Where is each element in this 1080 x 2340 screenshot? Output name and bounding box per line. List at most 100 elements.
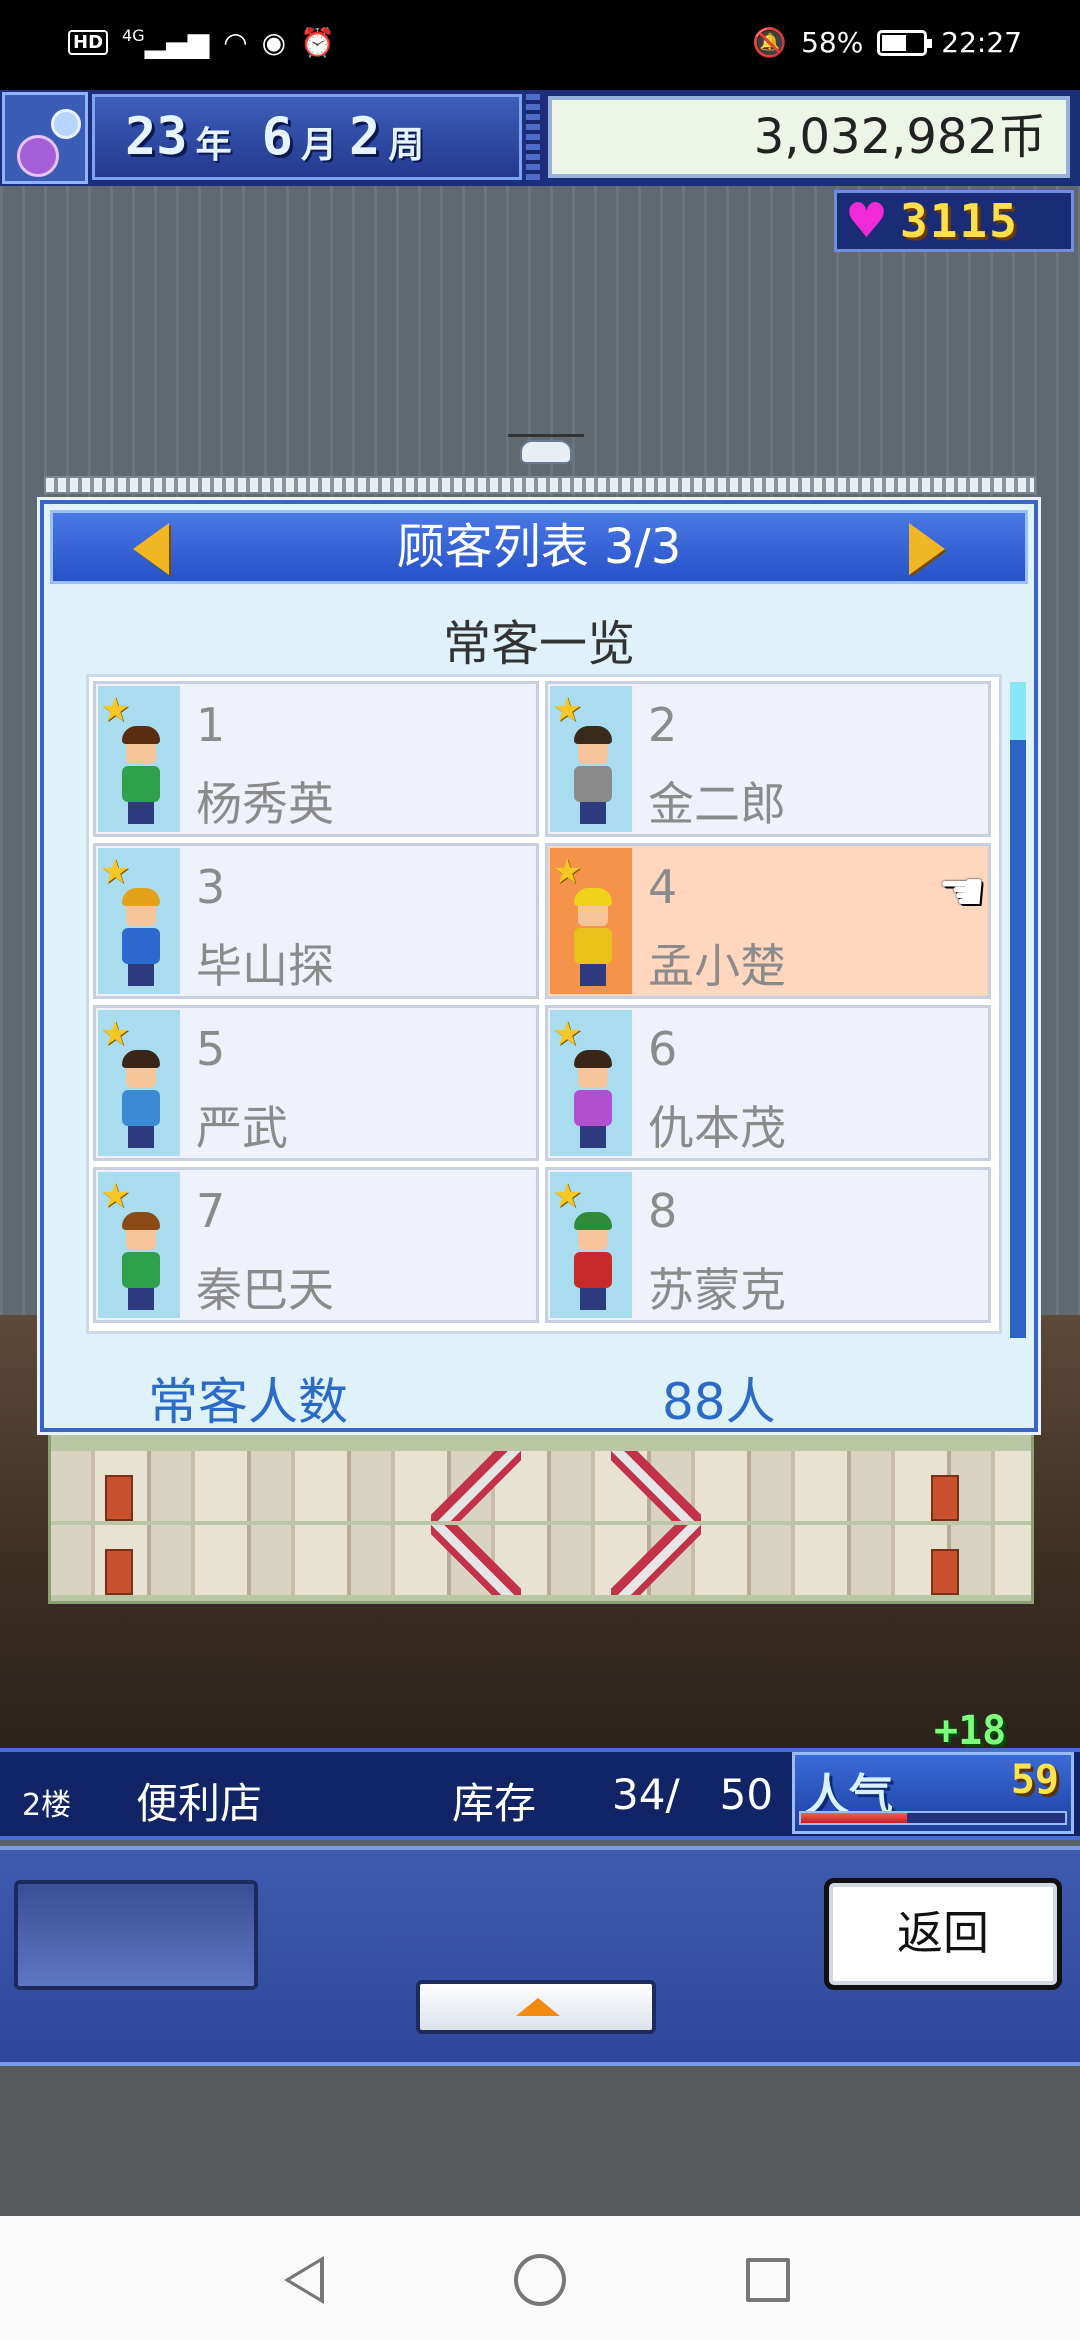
customer-card[interactable]: ★ 4 孟小楚 ☚ <box>545 843 991 999</box>
customer-name: 金二郎 <box>648 777 786 831</box>
star-icon: ★ <box>100 690 131 730</box>
star-icon: ★ <box>552 1176 583 1216</box>
floor-label: 2楼 <box>22 1788 72 1823</box>
next-page-arrow-icon[interactable] <box>909 523 945 575</box>
customer-portrait: ★ <box>98 1172 180 1318</box>
game-header: 23 年 6 月 2 周 3,032,982币 <box>0 90 1080 186</box>
customer-card[interactable]: ★ 1 杨秀英 <box>93 681 539 837</box>
customer-number: 6 <box>648 1022 678 1076</box>
eye-icon: ◉ <box>261 26 287 59</box>
customer-card[interactable]: ★ 5 严武 <box>93 1005 539 1161</box>
regular-count-value: 88人 <box>662 1373 776 1431</box>
shop-door <box>105 1475 133 1521</box>
expand-up-button[interactable] <box>416 1980 656 2034</box>
nav-back-icon[interactable] <box>284 2256 324 2304</box>
year-unit: 年 <box>195 125 232 166</box>
research-gem-icon[interactable] <box>2 92 88 184</box>
header-divider <box>526 94 540 180</box>
customer-number: 8 <box>648 1184 678 1238</box>
customer-card[interactable]: ★ 3 毕山探 <box>93 843 539 999</box>
customer-card[interactable]: ★ 6 仇本茂 <box>545 1005 991 1161</box>
heart-icon: ♥ <box>845 193 889 249</box>
nav-home-icon[interactable] <box>514 2254 566 2306</box>
star-icon: ★ <box>552 852 583 892</box>
week-unit: 周 <box>388 125 425 166</box>
mall-floors[interactable] <box>48 1432 1034 1604</box>
back-button[interactable]: 返回 <box>824 1878 1062 1990</box>
customer-name: 孟小楚 <box>648 939 786 993</box>
dialog-title: 顾客列表 3/3 <box>396 519 682 575</box>
customer-card[interactable]: ★ 2 金二郎 <box>545 681 991 837</box>
shop-door <box>105 1549 133 1595</box>
scrollbar-thumb[interactable] <box>1010 682 1026 740</box>
character-sprite <box>570 1050 616 1150</box>
rooftop-railing <box>44 476 1036 494</box>
popularity-value: 59 <box>1010 1757 1059 1803</box>
popularity-display: 人气 59 <box>792 1752 1074 1834</box>
wifi-icon: ◠ <box>223 26 248 59</box>
date-display: 23 年 6 月 2 周 <box>92 94 522 180</box>
dialog-header: 顾客列表 3/3 <box>50 510 1028 584</box>
nav-recent-apps-icon[interactable] <box>746 2258 790 2302</box>
character-sprite <box>118 1212 164 1312</box>
month-value: 6 <box>261 107 293 167</box>
customer-portrait: ★ <box>550 686 632 832</box>
money-display: 3,032,982币 <box>548 96 1070 178</box>
list-scrollbar[interactable] <box>1010 682 1026 1338</box>
star-icon: ★ <box>100 852 131 892</box>
battery-icon <box>877 29 933 56</box>
customer-card[interactable]: ★ 7 秦巴天 <box>93 1167 539 1323</box>
escalator <box>431 1451 521 1521</box>
helicopter-icon <box>508 434 584 464</box>
character-sprite <box>570 1212 616 1312</box>
escalator <box>431 1525 521 1595</box>
stock-label: 库存 <box>452 1779 537 1828</box>
love-points-display: ♥ 3115 <box>834 190 1074 252</box>
floor-lower[interactable] <box>51 1525 1031 1595</box>
floor-upper[interactable] <box>51 1451 1031 1521</box>
customer-name: 秦巴天 <box>196 1263 334 1317</box>
battery-percent: 58% <box>801 26 864 59</box>
customer-name: 毕山探 <box>196 939 334 993</box>
network-type-label: 4G <box>122 26 145 45</box>
shop-name: 便利店 <box>136 1779 263 1828</box>
dialog-subtitle: 常客一览 <box>442 616 635 672</box>
customer-portrait: ★ <box>550 1172 632 1318</box>
mute-bell-icon: 🔕 <box>752 26 788 59</box>
popularity-bar <box>799 1811 1067 1825</box>
disabled-action-button[interactable] <box>14 1880 258 1990</box>
customer-portrait: ★ <box>98 686 180 832</box>
up-arrow-icon <box>516 1998 560 2016</box>
signal-4g-icon: 4G▂▄▆ <box>122 26 210 59</box>
escalator <box>611 1525 701 1595</box>
popularity-bar-fill <box>801 1813 907 1823</box>
character-sprite <box>118 1050 164 1150</box>
character-sprite <box>570 888 616 988</box>
customer-grid[interactable]: ★ 1 杨秀英 ★ 2 金二郎 ★ 3 毕山探 ★ 4 孟小楚 ☚ ★ 5 严武 ★ 6 仇本茂 ★ 7 秦巴天 ★ 8 苏蒙克 <box>86 674 1002 1334</box>
customer-number: 2 <box>648 698 678 752</box>
customer-name: 苏蒙克 <box>648 1263 786 1317</box>
character-sprite <box>118 888 164 988</box>
customer-portrait: ★ <box>550 848 632 994</box>
week-value: 2 <box>348 107 381 167</box>
shop-door <box>931 1475 959 1521</box>
customer-card[interactable]: ★ 8 苏蒙克 <box>545 1167 991 1323</box>
control-panel: 返回 <box>0 1846 1080 2066</box>
customer-number: 5 <box>196 1022 226 1076</box>
star-icon: ★ <box>552 690 583 730</box>
customer-portrait: ★ <box>550 1010 632 1156</box>
regular-count-label: 常客人数 <box>148 1373 348 1431</box>
customer-name: 严武 <box>196 1101 288 1155</box>
customer-number: 3 <box>196 860 226 914</box>
month-unit: 月 <box>300 125 337 166</box>
customer-number: 1 <box>196 698 226 752</box>
status-left-icons: HD 4G▂▄▆ ◠ ◉ ⏰ <box>68 26 335 59</box>
character-sprite <box>118 726 164 826</box>
status-bar: HD 4G▂▄▆ ◠ ◉ ⏰ 🔕 58% 22:27 <box>0 0 1080 90</box>
love-points-value: 3115 <box>900 194 1019 248</box>
customer-portrait: ★ <box>98 1010 180 1156</box>
pointing-hand-icon: ☚ <box>937 860 986 923</box>
customer-number: 4 <box>648 860 678 914</box>
empty-area <box>0 2066 1080 2216</box>
status-right: 🔕 58% 22:27 <box>752 26 1022 59</box>
